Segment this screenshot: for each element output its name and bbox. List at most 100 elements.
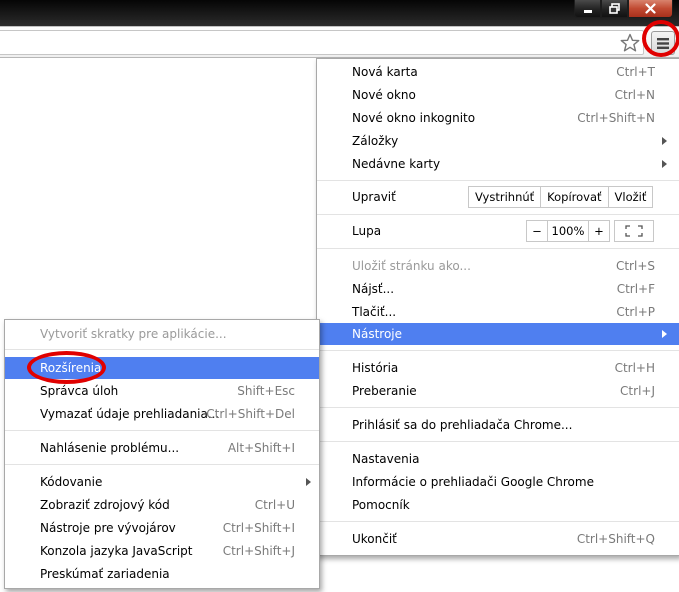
menu-item-about[interactable]: Informácie o prehliadači Google Chrome bbox=[317, 471, 679, 493]
menu-item-label: Ukončiť bbox=[352, 532, 397, 546]
submenu-item-encoding[interactable]: Kódovanie bbox=[5, 471, 319, 493]
menu-separator bbox=[317, 407, 679, 408]
menu-item-label: Prihlásiť sa do prehliadača Chrome... bbox=[352, 418, 573, 432]
menu-separator bbox=[5, 464, 319, 465]
browser-toolbar bbox=[0, 26, 679, 58]
menu-button-annotation-circle bbox=[642, 20, 679, 57]
menu-item-exit[interactable]: Ukončiť Ctrl+Shift+Q bbox=[317, 528, 679, 550]
menu-item-print[interactable]: Tlačiť... Ctrl+P bbox=[317, 301, 679, 323]
submenu-item-clear-data[interactable]: Vymazať údaje prehliadania... Ctrl+Shift… bbox=[5, 403, 319, 425]
copy-button[interactable]: Kopírovať bbox=[541, 187, 609, 207]
fullscreen-button[interactable] bbox=[614, 220, 654, 242]
submenu-item-dev-tools[interactable]: Nástroje pre vývojárov Ctrl+Shift+I bbox=[5, 517, 319, 539]
menu-item-sign-in[interactable]: Prihlásiť sa do prehliadača Chrome... bbox=[317, 414, 679, 436]
menu-item-find[interactable]: Nájsť... Ctrl+F bbox=[317, 278, 679, 300]
menu-separator bbox=[317, 214, 679, 215]
menu-separator bbox=[317, 521, 679, 522]
menu-item-label: Kódovanie bbox=[40, 475, 103, 489]
menu-separator bbox=[317, 441, 679, 442]
menu-item-history[interactable]: História Ctrl+H bbox=[317, 357, 679, 379]
close-icon bbox=[645, 3, 656, 14]
menu-item-shortcut: Ctrl+U bbox=[254, 498, 295, 512]
restore-icon bbox=[609, 3, 620, 14]
minimize-icon bbox=[583, 9, 592, 13]
zoom-level-value: 100% bbox=[548, 221, 589, 241]
menu-item-shortcut: Ctrl+N bbox=[614, 88, 655, 102]
menu-item-shortcut: Ctrl+T bbox=[616, 65, 655, 79]
menu-item-shortcut: Ctrl+Shift+Del bbox=[206, 407, 295, 421]
menu-item-label: Nastavenia bbox=[352, 452, 420, 466]
menu-item-label: Záložky bbox=[352, 134, 399, 148]
submenu-item-task-manager[interactable]: Správca úloh Shift+Esc bbox=[5, 380, 319, 402]
menu-item-tools[interactable]: Nástroje bbox=[317, 323, 679, 345]
zoom-in-button[interactable]: + bbox=[589, 221, 609, 241]
edit-button-group: Vystrihnúť Kopírovať Vložiť bbox=[468, 186, 654, 208]
menu-item-new-tab[interactable]: Nová karta Ctrl+T bbox=[317, 61, 679, 83]
menu-item-new-incognito[interactable]: Nové okno inkognito Ctrl+Shift+N bbox=[317, 107, 679, 129]
menu-item-label: Preskúmať zariadenia bbox=[40, 567, 170, 581]
menu-item-label: Pomocník bbox=[352, 498, 410, 512]
menu-item-label: Nástroje pre vývojárov bbox=[40, 521, 176, 535]
menu-item-help[interactable]: Pomocník bbox=[317, 494, 679, 516]
submenu-item-view-source[interactable]: Zobraziť zdrojový kód Ctrl+U bbox=[5, 494, 319, 516]
menu-item-label: Informácie o prehliadači Google Chrome bbox=[352, 475, 594, 489]
menu-item-label: Uložiť stránku ako... bbox=[352, 259, 471, 273]
minimize-button[interactable] bbox=[574, 0, 601, 18]
menu-item-label: Nedávne karty bbox=[352, 157, 441, 171]
zoom-control-group: − 100% + bbox=[526, 220, 610, 242]
menu-item-label: Nahlásenie problému... bbox=[40, 441, 180, 455]
menu-separator bbox=[317, 350, 679, 351]
address-bar[interactable] bbox=[0, 30, 644, 55]
menu-item-label: Nové okno inkognito bbox=[352, 111, 476, 125]
menu-item-label: Nájsť... bbox=[352, 282, 395, 296]
menu-item-shortcut: Ctrl+Shift+J bbox=[222, 544, 295, 558]
menu-item-save-page[interactable]: Uložiť stránku ako... Ctrl+S bbox=[317, 255, 679, 277]
menu-separator bbox=[317, 180, 679, 181]
submenu-item-report-issue[interactable]: Nahlásenie problému... Alt+Shift+I bbox=[5, 437, 319, 459]
star-icon[interactable] bbox=[620, 33, 640, 53]
menu-item-shortcut: Shift+Esc bbox=[237, 384, 295, 398]
menu-item-shortcut: Ctrl+Shift+N bbox=[577, 111, 655, 125]
submenu-arrow-icon bbox=[306, 478, 311, 486]
menu-item-label: Lupa bbox=[352, 224, 382, 238]
menu-item-label: Upraviť bbox=[352, 190, 396, 204]
menu-item-recent-tabs[interactable]: Nedávne karty bbox=[317, 153, 679, 175]
menu-item-label: Správca úloh bbox=[40, 384, 119, 398]
close-button[interactable] bbox=[628, 0, 673, 18]
paste-button[interactable]: Vložiť bbox=[609, 187, 653, 207]
menu-separator bbox=[5, 430, 319, 431]
window-titlebar bbox=[0, 0, 679, 26]
window-controls bbox=[574, 0, 673, 20]
restore-button[interactable] bbox=[601, 0, 628, 18]
submenu-arrow-icon bbox=[662, 137, 667, 145]
submenu-item-create-shortcuts[interactable]: Vytvoriť skratky pre aplikácie... bbox=[5, 323, 319, 345]
submenu-item-js-console[interactable]: Konzola jazyka JavaScript Ctrl+Shift+J bbox=[5, 540, 319, 562]
menu-item-shortcut: Ctrl+Shift+Q bbox=[576, 532, 655, 546]
menu-item-label: Nové okno bbox=[352, 88, 416, 102]
menu-item-shortcut: Ctrl+F bbox=[616, 282, 655, 296]
menu-item-new-window[interactable]: Nové okno Ctrl+N bbox=[317, 84, 679, 106]
menu-item-bookmarks[interactable]: Záložky bbox=[317, 130, 679, 152]
menu-item-label: Nová karta bbox=[352, 65, 418, 79]
menu-item-shortcut: Alt+Shift+I bbox=[227, 441, 295, 455]
zoom-out-button[interactable]: − bbox=[527, 221, 548, 241]
menu-item-label: Vymazať údaje prehliadania... bbox=[40, 407, 220, 421]
menu-item-shortcut: Ctrl+H bbox=[614, 361, 655, 375]
menu-item-downloads[interactable]: Preberanie Ctrl+J bbox=[317, 380, 679, 402]
menu-item-label: Konzola jazyka JavaScript bbox=[40, 544, 193, 558]
menu-item-label: Zobraziť zdrojový kód bbox=[40, 498, 170, 512]
submenu-item-inspect-devices[interactable]: Preskúmať zariadenia bbox=[5, 563, 319, 585]
extensions-annotation-circle bbox=[27, 351, 106, 384]
menu-item-shortcut: Ctrl+Shift+I bbox=[222, 521, 295, 535]
menu-item-shortcut: Ctrl+J bbox=[620, 384, 655, 398]
menu-item-label: Preberanie bbox=[352, 384, 417, 398]
menu-item-label: História bbox=[352, 361, 399, 375]
fullscreen-icon bbox=[625, 225, 643, 237]
menu-item-settings[interactable]: Nastavenia bbox=[317, 448, 679, 470]
menu-item-label: Tlačiť... bbox=[352, 305, 397, 319]
menu-item-label: Vytvoriť skratky pre aplikácie... bbox=[40, 327, 227, 341]
submenu-arrow-icon bbox=[662, 160, 667, 168]
submenu-arrow-icon bbox=[662, 330, 667, 338]
cut-button[interactable]: Vystrihnúť bbox=[469, 187, 542, 207]
menu-item-shortcut: Ctrl+S bbox=[615, 259, 655, 273]
